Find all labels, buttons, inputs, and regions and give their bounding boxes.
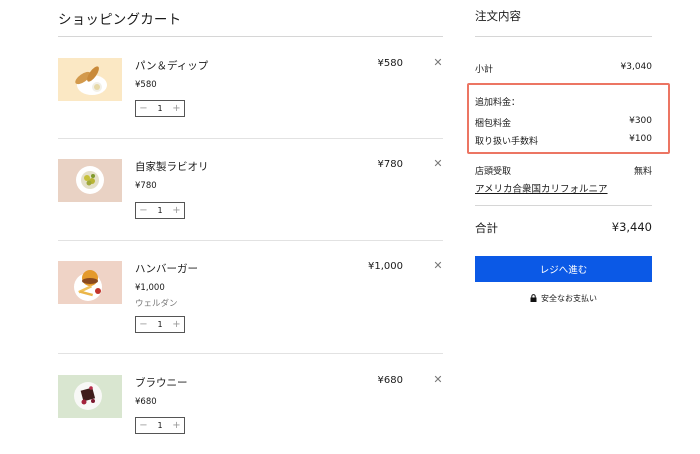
increase-button[interactable]: + [172, 319, 181, 330]
subtotal-value: ¥3,040 [620, 62, 653, 72]
item-name: ブラウニー [135, 377, 188, 389]
item-variant: ウェルダン [135, 299, 178, 309]
quantity-stepper[interactable]: − 1 + [135, 100, 185, 117]
subtotal-row: 小計 ¥3,040 [475, 62, 652, 75]
decrease-button[interactable]: − [139, 205, 148, 216]
close-icon[interactable]: ✕ [433, 158, 443, 169]
quantity-value: 1 [157, 104, 163, 113]
divider [58, 36, 443, 37]
item-price: ¥780 [377, 159, 403, 170]
close-icon[interactable]: ✕ [433, 374, 443, 385]
bread-and-dip-photo [58, 58, 122, 101]
quantity-stepper[interactable]: − 1 + [135, 316, 185, 333]
secure-payment-note: 安全なお支払い [475, 293, 652, 304]
item-name: ハンバーガー [135, 263, 198, 275]
item-unit-price: ¥780 [135, 181, 157, 191]
item-price: ¥680 [377, 375, 403, 386]
brownie-photo [58, 375, 122, 418]
decrease-button[interactable]: − [139, 103, 148, 114]
divider [58, 138, 443, 139]
divider [475, 36, 652, 37]
item-unit-price: ¥1,000 [135, 283, 165, 293]
decrease-button[interactable]: − [139, 420, 148, 431]
pickup-location-link[interactable]: アメリカ合衆国カリフォルニア [475, 181, 608, 195]
additional-fees-highlight [467, 83, 670, 154]
summary-title: 注文内容 [475, 9, 521, 23]
item-unit-price: ¥580 [135, 80, 157, 90]
divider [58, 240, 443, 241]
checkout-button[interactable]: レジへ進む [475, 256, 652, 282]
lock-icon [530, 294, 537, 302]
quantity-value: 1 [157, 320, 163, 329]
item-name: パン＆ディップ [135, 60, 209, 72]
increase-button[interactable]: + [172, 420, 181, 431]
increase-button[interactable]: + [172, 205, 181, 216]
quantity-value: 1 [157, 421, 163, 430]
subtotal-label: 小計 [475, 65, 494, 75]
quantity-value: 1 [157, 206, 163, 215]
item-unit-price: ¥680 [135, 397, 157, 407]
increase-button[interactable]: + [172, 103, 181, 114]
pickup-row: 店頭受取 無料 [475, 164, 652, 177]
secure-payment-label: 安全なお支払い [541, 294, 597, 303]
pickup-value: 無料 [633, 167, 652, 177]
quantity-stepper[interactable]: − 1 + [135, 417, 185, 434]
total-value: ¥3,440 [611, 220, 652, 234]
total-row: 合計 ¥3,440 [475, 220, 652, 236]
hamburger-photo [58, 261, 122, 304]
item-price: ¥1,000 [368, 261, 403, 272]
divider [475, 205, 652, 206]
item-name: 自家製ラビオリ [135, 161, 209, 173]
quantity-stepper[interactable]: − 1 + [135, 202, 185, 219]
close-icon[interactable]: ✕ [433, 57, 443, 68]
close-icon[interactable]: ✕ [433, 260, 443, 271]
ravioli-photo [58, 159, 122, 202]
pickup-label: 店頭受取 [475, 167, 512, 177]
total-label: 合計 [475, 221, 498, 235]
divider [58, 353, 443, 354]
cart-title: ショッピングカート [58, 12, 182, 28]
item-price: ¥580 [377, 58, 403, 69]
decrease-button[interactable]: − [139, 319, 148, 330]
